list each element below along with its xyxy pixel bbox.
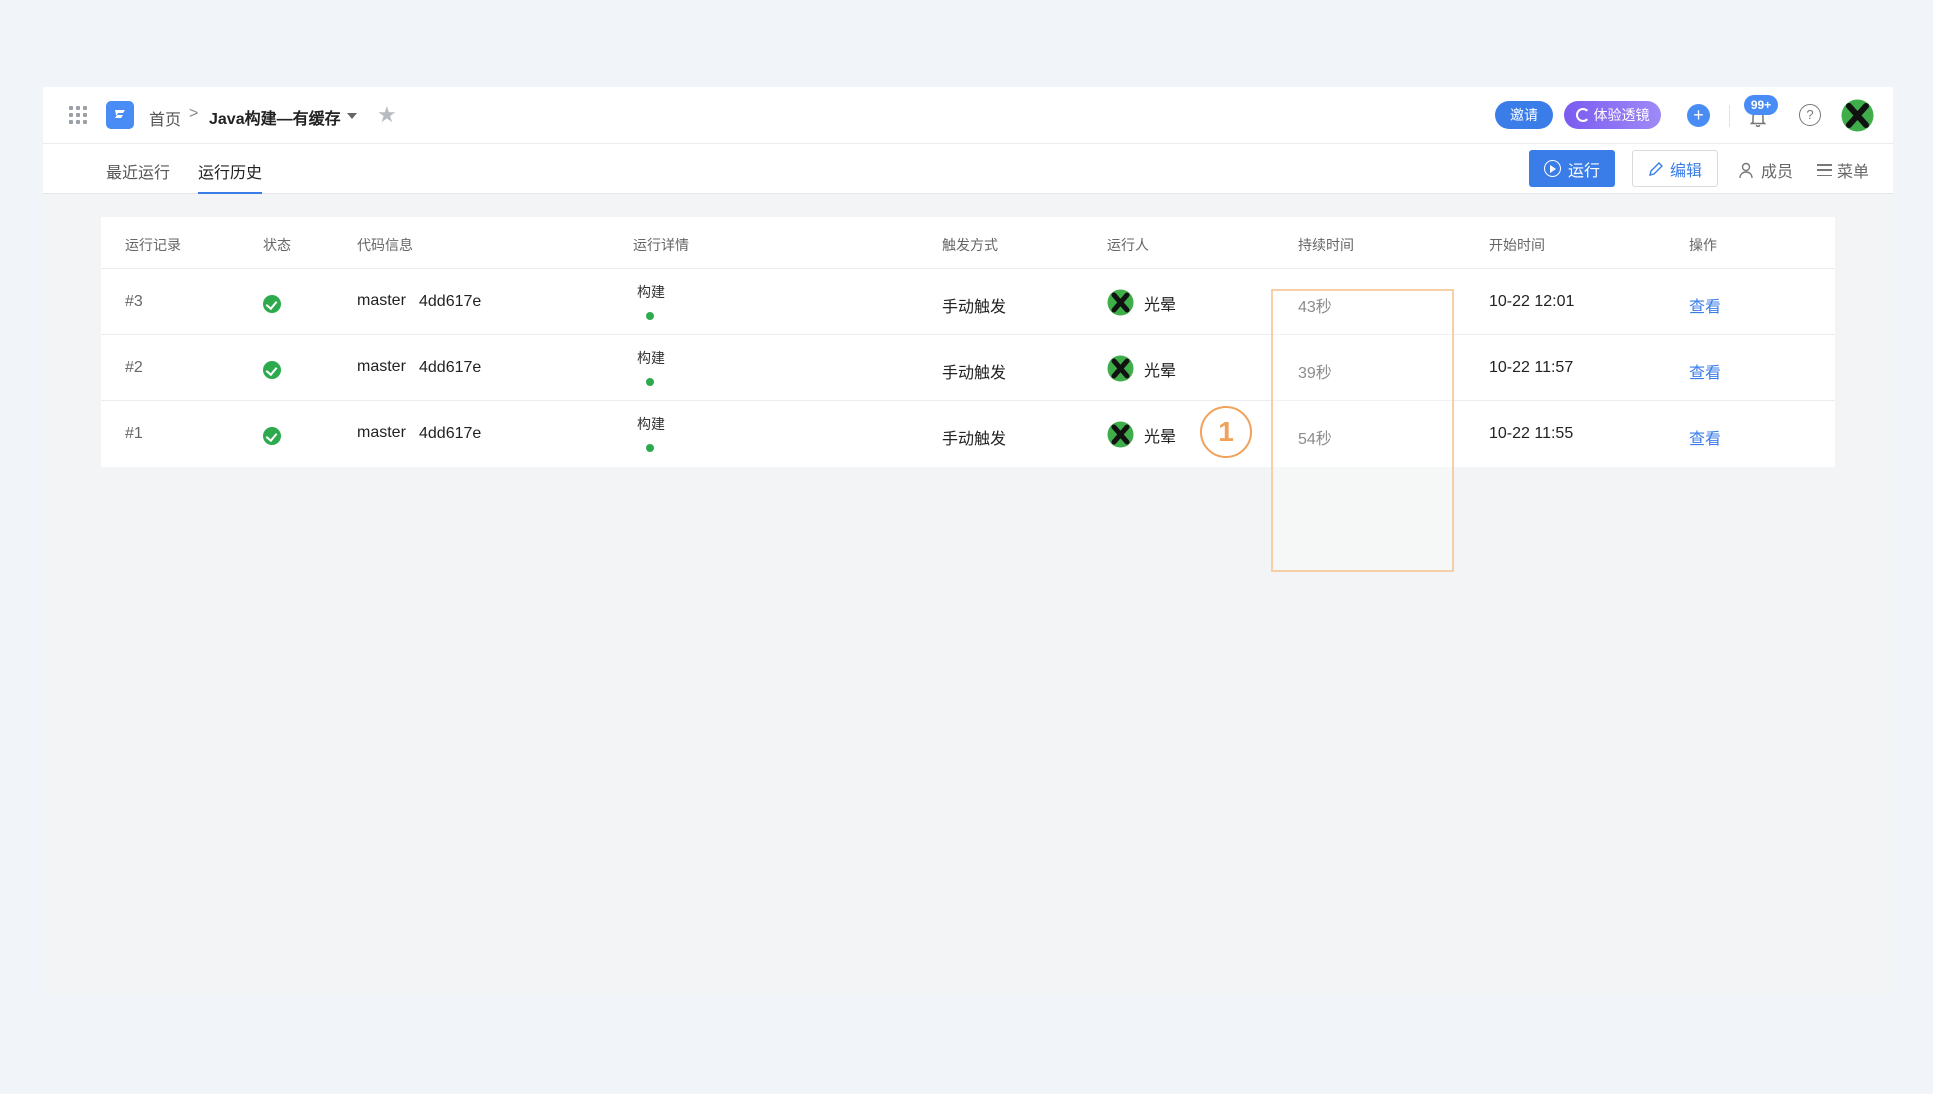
stage-label: 构建 bbox=[637, 350, 665, 366]
lens-icon bbox=[1575, 108, 1590, 122]
commit-hash[interactable]: 4dd617e bbox=[419, 293, 481, 311]
pipeline-title[interactable]: Java构建—有缓存 bbox=[209, 105, 341, 129]
run-history-table: 运行记录 状态 代码信息 运行详情 触发方式 运行人 持续时间 开始时间 操作 … bbox=[101, 217, 1835, 467]
breadcrumb-home[interactable]: 首页 bbox=[149, 106, 181, 130]
edit-button[interactable]: 编辑 bbox=[1632, 150, 1718, 187]
column-header-run-record: 运行记录 bbox=[125, 237, 181, 253]
runner-avatar bbox=[1107, 355, 1134, 382]
runner-name: 光晕 bbox=[1144, 429, 1177, 446]
duration: 39秒 bbox=[1298, 365, 1332, 382]
star-icon[interactable]: ★ bbox=[377, 102, 397, 128]
table-row[interactable]: #3 master 4dd617e 构建 手动触发 光晕 43秒 10-22 1… bbox=[101, 269, 1835, 335]
top-bar: 首页 > Java构建—有缓存 ★ 邀请 体验透镜 + 99+ ? bbox=[43, 87, 1893, 144]
stage-label: 构建 bbox=[637, 284, 665, 300]
success-check-icon bbox=[263, 361, 281, 379]
trigger-type: 手动触发 bbox=[942, 431, 1007, 448]
success-check-icon bbox=[263, 295, 281, 313]
runner-name: 光晕 bbox=[1144, 297, 1177, 314]
tab-run-history[interactable]: 运行历史 bbox=[198, 159, 263, 194]
menu-button[interactable]: 菜单 bbox=[1817, 158, 1869, 182]
notification-badge: 99+ bbox=[1744, 95, 1778, 115]
column-header-runner: 运行人 bbox=[1107, 237, 1149, 253]
branch-name: master bbox=[357, 292, 406, 309]
app-logo-icon bbox=[106, 101, 134, 129]
members-button[interactable]: 成员 bbox=[1739, 158, 1793, 182]
tab-recent-runs[interactable]: 最近运行 bbox=[106, 159, 170, 194]
trigger-type: 手动触发 bbox=[942, 299, 1007, 316]
table-header: 运行记录 状态 代码信息 运行详情 触发方式 运行人 持续时间 开始时间 操作 bbox=[101, 217, 1835, 269]
person-icon bbox=[1739, 162, 1753, 178]
duration: 54秒 bbox=[1298, 431, 1332, 448]
user-avatar[interactable] bbox=[1841, 99, 1874, 132]
branch-name: master bbox=[357, 424, 406, 441]
stage-status-dot bbox=[646, 312, 654, 320]
run-id: #3 bbox=[125, 293, 143, 310]
runner-name: 光晕 bbox=[1144, 363, 1177, 380]
success-check-icon bbox=[263, 427, 281, 445]
duration: 43秒 bbox=[1298, 299, 1332, 316]
trigger-type: 手动触发 bbox=[942, 365, 1007, 382]
stage-status-dot bbox=[646, 444, 654, 452]
runner-avatar bbox=[1107, 421, 1134, 448]
app-grid-icon[interactable] bbox=[67, 104, 89, 126]
column-header-start-time: 开始时间 bbox=[1489, 237, 1545, 253]
column-header-duration: 持续时间 bbox=[1298, 237, 1354, 253]
column-header-trigger: 触发方式 bbox=[942, 237, 998, 253]
branch-name: master bbox=[357, 358, 406, 375]
start-time: 10-22 11:57 bbox=[1489, 359, 1574, 376]
run-button[interactable]: 运行 bbox=[1529, 150, 1615, 187]
breadcrumb-separator: > bbox=[189, 105, 199, 122]
divider bbox=[1729, 105, 1730, 127]
commit-hash[interactable]: 4dd617e bbox=[419, 359, 481, 377]
add-button[interactable]: + bbox=[1687, 104, 1710, 127]
view-link[interactable]: 查看 bbox=[1689, 359, 1721, 383]
table-row[interactable]: #2 master 4dd617e 构建 手动触发 光晕 39秒 10-22 1… bbox=[101, 335, 1835, 401]
experience-lens-label: 体验透镜 bbox=[1593, 107, 1650, 123]
column-header-actions: 操作 bbox=[1689, 237, 1717, 253]
members-label: 成员 bbox=[1761, 164, 1794, 181]
commit-hash[interactable]: 4dd617e bbox=[419, 425, 481, 443]
help-icon[interactable]: ? bbox=[1799, 104, 1821, 126]
column-header-run-details: 运行详情 bbox=[633, 237, 689, 253]
invite-button[interactable]: 邀请 bbox=[1495, 101, 1553, 129]
annotation-marker: 1 bbox=[1200, 406, 1252, 458]
sub-navigation: 最近运行 运行历史 运行 编辑 成员 菜单 bbox=[43, 144, 1893, 194]
runner-avatar bbox=[1107, 289, 1134, 316]
column-header-code-info: 代码信息 bbox=[357, 237, 413, 253]
table-row[interactable]: #1 master 4dd617e 构建 手动触发 光晕 54秒 10-22 1… bbox=[101, 401, 1835, 467]
app-window: 首页 > Java构建—有缓存 ★ 邀请 体验透镜 + 99+ ? 最近运行 运… bbox=[43, 87, 1893, 995]
start-time: 10-22 11:55 bbox=[1489, 425, 1574, 442]
view-link[interactable]: 查看 bbox=[1689, 425, 1721, 449]
run-id: #1 bbox=[125, 425, 143, 442]
chevron-down-icon[interactable] bbox=[347, 113, 357, 119]
edit-label: 编辑 bbox=[1669, 162, 1702, 180]
run-id: #2 bbox=[125, 359, 143, 376]
experience-lens-button[interactable]: 体验透镜 bbox=[1564, 101, 1661, 129]
play-icon bbox=[1543, 160, 1561, 177]
column-header-status: 状态 bbox=[263, 237, 291, 253]
stage-label: 构建 bbox=[637, 416, 665, 432]
menu-label: 菜单 bbox=[1837, 164, 1870, 181]
pencil-icon bbox=[1649, 161, 1663, 176]
view-link[interactable]: 查看 bbox=[1689, 293, 1721, 317]
menu-icon bbox=[1817, 164, 1832, 176]
start-time: 10-22 12:01 bbox=[1489, 293, 1575, 310]
stage-status-dot bbox=[646, 378, 654, 386]
run-label: 运行 bbox=[1567, 162, 1600, 180]
